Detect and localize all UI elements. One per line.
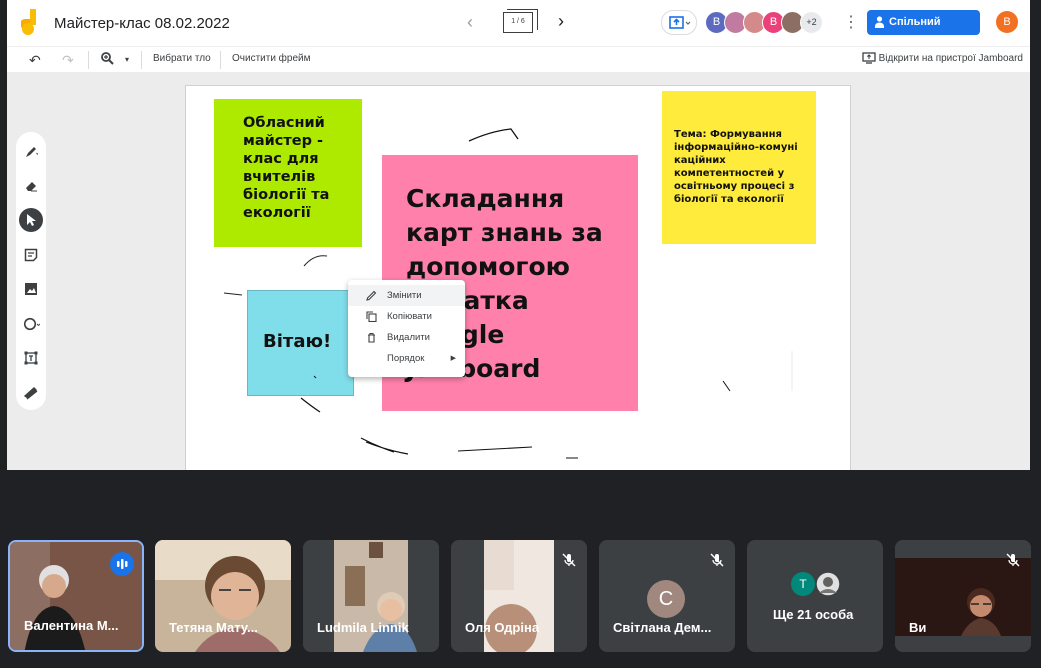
ink-strokes[interactable] — [186, 86, 852, 471]
whiteboard-canvas[interactable]: Обласний майстер - клас для вчителів біо… — [185, 85, 851, 470]
shape-tool[interactable] — [19, 312, 43, 336]
participant-photo-avatar — [815, 571, 841, 597]
menu-item-delete[interactable]: Видалити — [348, 327, 465, 348]
set-background-button[interactable]: Вибрати тло — [153, 53, 211, 64]
participant-name: Тетяна Мату... — [169, 620, 258, 635]
participant-name: Ви — [909, 620, 927, 635]
cast-screen-icon — [861, 52, 876, 64]
speaking-indicator — [110, 552, 134, 576]
open-on-jamboard-button[interactable]: Відкрити на пристрої Jamboard — [861, 52, 1023, 64]
pencil-icon — [366, 290, 377, 301]
edit-toolbar: ↶ ↷ ▾ Вибрати тло Очистити фрейм Відкрит… — [7, 46, 1030, 72]
more-options-icon[interactable]: ⋮ — [843, 12, 859, 32]
toolbar-divider — [220, 51, 221, 69]
menu-item-label: Змінити — [387, 290, 422, 301]
sticky-note-icon — [24, 248, 38, 262]
jamboard-logo-icon — [21, 9, 36, 35]
image-tool[interactable] — [19, 277, 43, 301]
share-button[interactable]: Спільний Доступ — [867, 10, 980, 53]
menu-item-copy[interactable]: Копіювати — [348, 306, 465, 327]
toolbar-divider — [141, 51, 142, 69]
laser-tool[interactable] — [19, 381, 43, 405]
menu-item-label: Видалити — [387, 332, 430, 343]
trash-icon — [368, 332, 375, 343]
participant-tile[interactable]: Тетяна Мату... — [155, 540, 291, 652]
participant-name: Оля Одріна — [465, 620, 540, 635]
menu-item-order[interactable]: Порядок ▶ — [348, 348, 465, 369]
menu-item-label: Порядок — [387, 353, 425, 364]
cursor-arrow-icon — [27, 214, 36, 226]
participant-name: Ludmila Linnik — [317, 620, 409, 635]
select-tool[interactable] — [19, 208, 43, 232]
more-participants-tile[interactable]: T Ще 21 особа — [747, 540, 883, 652]
audio-level-icon — [117, 559, 128, 569]
participant-avatar: C — [647, 580, 685, 618]
clear-frame-button[interactable]: Очистити фрейм — [232, 53, 311, 64]
previous-frame-button[interactable]: ‹ — [467, 12, 473, 33]
submenu-arrow-icon: ▶ — [450, 355, 456, 362]
mic-muted-icon — [1005, 552, 1021, 568]
mic-muted-icon — [709, 552, 725, 568]
eraser-tool[interactable] — [19, 174, 43, 198]
present-button[interactable] — [661, 10, 697, 35]
menu-item-label: Копіювати — [387, 311, 432, 322]
mic-muted-icon — [561, 552, 577, 568]
participant-video — [155, 540, 291, 652]
image-icon — [25, 283, 37, 295]
circle-shape-icon — [24, 317, 40, 331]
undo-icon[interactable]: ↶ — [29, 52, 41, 69]
frame-bar-button[interactable]: 1 / 6 — [503, 9, 538, 33]
self-tile[interactable]: Ви — [895, 540, 1031, 652]
open-on-jamboard-label: Відкрити на пристрої Jamboard — [878, 53, 1023, 64]
drawing-tools-panel — [16, 132, 46, 410]
pen-tool[interactable] — [19, 140, 43, 164]
zoom-dropdown-icon[interactable]: ▾ — [125, 55, 129, 64]
participant-video — [303, 540, 439, 652]
menu-item-edit[interactable]: Змінити — [348, 285, 465, 306]
participant-tile[interactable]: Оля Одріна — [451, 540, 587, 652]
participant-tile[interactable]: C Світлана Дем... — [599, 540, 735, 652]
laser-pointer-icon — [24, 387, 38, 400]
document-title[interactable]: Майстер-клас 08.02.2022 — [54, 15, 230, 32]
text-box-icon — [24, 351, 38, 365]
context-menu: Змінити Копіювати Видалити Порядок ▶ — [348, 280, 465, 377]
participant-name: Світлана Дем... — [613, 620, 712, 635]
participant-name: Валентина М... — [24, 618, 119, 633]
participant-avatar: T — [791, 572, 815, 596]
top-bar: Майстер-клас 08.02.2022 ‹ 1 / 6 › B B +2… — [7, 0, 1030, 53]
jamboard-app: Майстер-клас 08.02.2022 ‹ 1 / 6 › B B +2… — [7, 0, 1030, 470]
next-frame-button[interactable]: › — [558, 11, 564, 32]
participant-tile[interactable]: Ludmila Linnik — [303, 540, 439, 652]
copy-icon — [366, 311, 377, 322]
text-box-tool[interactable] — [19, 346, 43, 370]
participant-tile[interactable]: Валентина М... — [8, 540, 144, 652]
frame-indicator: 1 / 6 — [511, 18, 525, 25]
zoom-icon[interactable] — [101, 52, 114, 68]
person-icon — [875, 16, 884, 28]
present-icon — [669, 16, 691, 29]
toolbar-divider — [88, 51, 89, 69]
account-avatar[interactable]: B — [996, 11, 1018, 33]
sticky-note-tool[interactable] — [19, 243, 43, 267]
more-participants-label: Ще 21 особа — [773, 607, 854, 622]
eraser-icon — [26, 182, 37, 192]
redo-icon[interactable]: ↷ — [62, 52, 74, 69]
more-collaborators-badge[interactable]: +2 — [800, 11, 823, 34]
pen-icon — [26, 147, 38, 157]
